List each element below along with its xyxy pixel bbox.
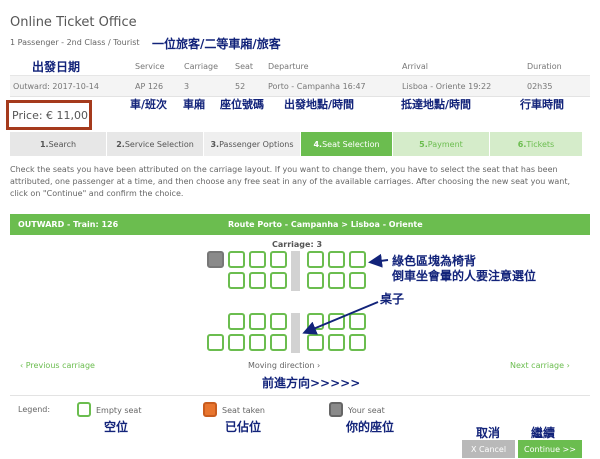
legend-empty-seat-icon (77, 402, 91, 417)
legend-taken-seat-icon (203, 402, 217, 417)
legend-empty: Empty seat (96, 406, 142, 415)
legend-label: Legend: (18, 405, 51, 414)
cancel-button[interactable]: X Cancel (462, 440, 515, 458)
continue-button[interactable]: Continue >> (518, 440, 582, 458)
annotation-cancel: 取消 (476, 426, 501, 440)
annotation-direction: 前進方向>>>>> (262, 376, 361, 390)
annotation-yours: 你的座位 (346, 420, 395, 434)
legend-taken: Seat taken (222, 406, 265, 415)
arrow-backrest (368, 253, 389, 268)
next-carriage-link[interactable]: Next carriage › (510, 361, 570, 370)
legend-divider (10, 395, 590, 396)
moving-direction: Moving direction › (248, 361, 321, 370)
annotation-empty: 空位 (104, 420, 129, 434)
annotation-reverse: 倒車坐會暈的人要注意選位 (392, 269, 537, 283)
annotation-taken: 已佔位 (225, 420, 262, 434)
legend-yours: Your seat (348, 406, 385, 415)
annotation-continue: 繼續 (531, 426, 556, 440)
annotation-table: 桌子 (380, 292, 405, 306)
legend-your-seat-icon (329, 402, 343, 417)
previous-carriage-link[interactable]: ‹ Previous carriage (20, 361, 95, 370)
arrow-table (302, 301, 379, 335)
